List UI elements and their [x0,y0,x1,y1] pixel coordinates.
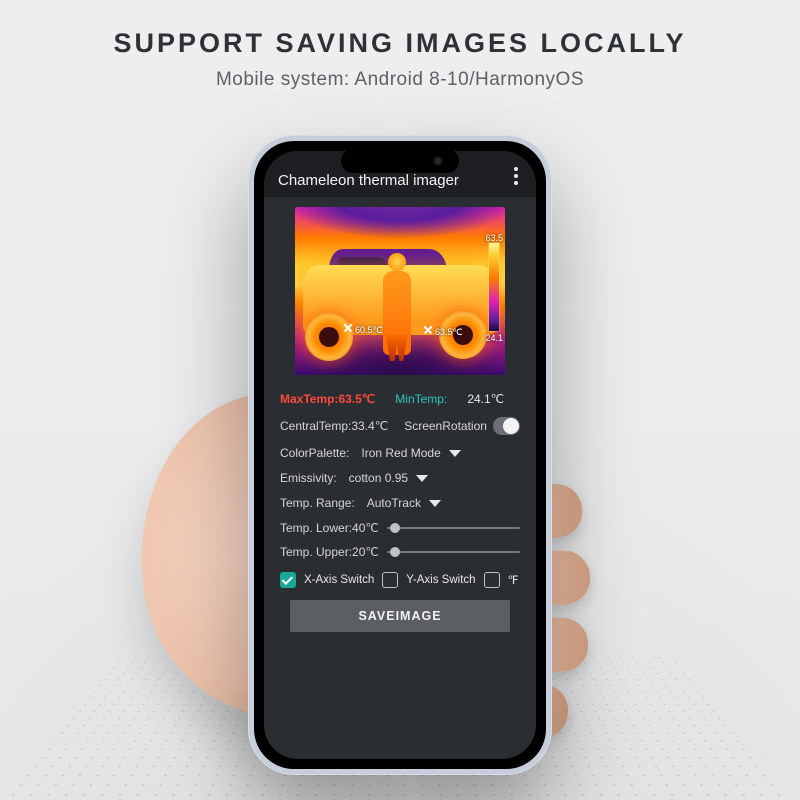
screen-rotation-toggle[interactable] [493,417,520,435]
temp-lower-slider[interactable] [387,521,520,535]
temp-lower-row: Temp. Lower:40℃ [280,516,520,540]
temp-extremes-row: MaxTemp:63.5℃ MinTemp: 24.1℃ [280,387,520,412]
y-axis-label: Y-Axis Switch [406,574,475,586]
chevron-down-icon [416,475,428,482]
phone-notch [341,149,459,173]
emissivity-label: Emissivity: [280,471,337,485]
x-axis-checkbox[interactable] [280,572,296,588]
marker-high-value: 63.5℃ [435,327,463,337]
color-scale-min: 24.1 [485,333,503,343]
app-screen: Chameleon thermal imager 60.5℃ 63.5℃ 63.… [264,151,536,759]
x-axis-label: X-Axis Switch [304,574,374,586]
min-temp-label: MinTemp: [395,392,447,406]
phone-frame: Chameleon thermal imager 60.5℃ 63.5℃ 63.… [248,135,552,775]
central-rotation-row: CentralTemp:33.4℃ ScreenRotation [280,412,520,441]
color-scale-max: 63.5 [485,233,503,243]
axis-switch-row: X-Axis Switch Y-Axis Switch ℉ [280,564,520,596]
temp-upper-row: Temp. Upper:20℃ [280,540,520,564]
chevron-down-icon [449,450,461,457]
screen-rotation-label: ScreenRotation [404,419,487,433]
palette-value: Iron Red Mode [361,446,440,460]
temp-range-row[interactable]: Temp. Range: AutoTrack [280,491,520,516]
central-temp: CentralTemp:33.4℃ [280,419,388,433]
max-temp: MaxTemp:63.5℃ [280,392,375,406]
palette-row[interactable]: ColorPalette: Iron Red Mode [280,441,520,466]
temp-upper-label: Temp. Upper:20℃ [280,545,379,559]
min-temp-value: 24.1℃ [467,392,504,406]
fahrenheit-label: ℉ [508,573,519,587]
emissivity-value: cotton 0.95 [349,471,408,485]
save-image-button[interactable]: SAVEIMAGE [290,600,510,632]
marker-high: 63.5℃ [423,325,463,338]
thermal-image: 60.5℃ 63.5℃ 63.5 24.1 [295,207,505,375]
marker-low-value: 60.5℃ [355,325,383,335]
y-axis-checkbox[interactable] [382,572,398,588]
app-title: Chameleon thermal imager [278,172,459,189]
page-headline: SUPPORT SAVING IMAGES LOCALLY [0,0,800,59]
more-menu-icon[interactable] [510,163,522,189]
chevron-down-icon [429,500,441,507]
temp-range-label: Temp. Range: [280,496,355,510]
palette-label: ColorPalette: [280,446,349,460]
temp-upper-slider[interactable] [387,545,520,559]
temp-range-value: AutoTrack [367,496,421,510]
fahrenheit-checkbox[interactable] [484,572,500,588]
page-subhead: Mobile system: Android 8-10/HarmonyOS [0,69,800,91]
marker-low: 60.5℃ [343,323,383,336]
color-scale-bar [489,243,499,331]
temp-lower-label: Temp. Lower:40℃ [280,521,379,535]
emissivity-row[interactable]: Emissivity: cotton 0.95 [280,466,520,491]
